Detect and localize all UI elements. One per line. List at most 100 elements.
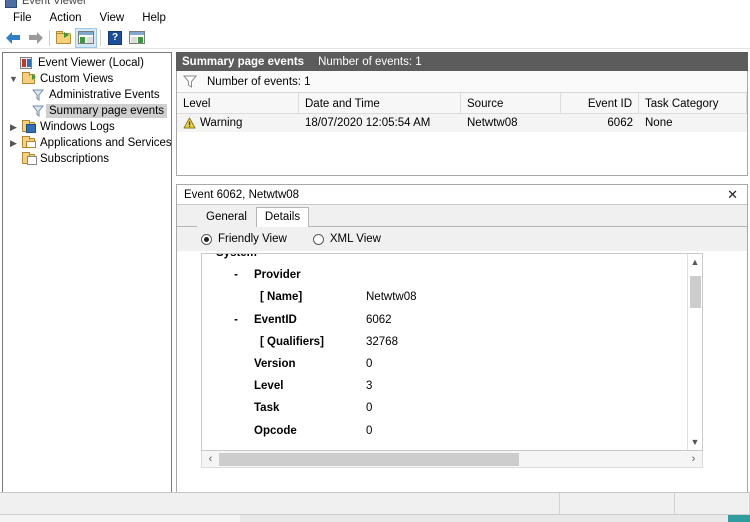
filter-summary-row[interactable]: Number of events: 1	[177, 71, 747, 93]
scrollbar-thumb[interactable]	[690, 276, 701, 308]
event-count-label: Number of events: 1	[318, 55, 422, 68]
status-segment-1	[0, 493, 560, 514]
status-segment-2	[560, 493, 675, 514]
detail-row-qualifiers[interactable]: [ Qualifiers] 32768	[202, 331, 688, 353]
folder-apps-icon	[20, 135, 37, 151]
sidebar-item-label: Event Viewer (Local)	[38, 57, 144, 69]
detail-value: 0	[366, 424, 373, 437]
main-content: Summary page events Number of events: 1 …	[176, 52, 748, 494]
menu-action[interactable]: Action	[41, 9, 91, 27]
help-icon[interactable]: ?	[104, 28, 126, 48]
sidebar-item-label: Windows Logs	[40, 121, 115, 133]
radio-xml-view[interactable]: XML View	[312, 233, 381, 245]
chevron-up-icon[interactable]: ▲	[688, 254, 702, 270]
detail-key: EventID	[254, 313, 297, 326]
horizontal-scrollbar[interactable]: ‹ ›	[201, 451, 703, 468]
folder-open-icon	[20, 71, 37, 87]
funnel-icon	[29, 103, 46, 119]
cell-level: Warning	[177, 114, 299, 132]
sidebar-item-subscriptions[interactable]: Subscriptions	[3, 151, 171, 167]
folder-subs-icon	[20, 151, 37, 167]
view-options: Friendly View XML View	[177, 227, 747, 251]
forward-arrow-icon[interactable]	[24, 28, 46, 48]
detail-row-system[interactable]: System	[202, 254, 688, 264]
detail-value: 0	[366, 358, 373, 371]
column-header-level[interactable]: Level	[177, 93, 299, 114]
detail-row-name[interactable]: [ Name] Netwtw08	[202, 286, 688, 308]
title-bar: Event Viewer	[0, 0, 750, 8]
close-icon[interactable]: ✕	[724, 188, 741, 201]
radio-dot-icon	[312, 233, 324, 245]
sidebar-item-label: Applications and Services Logs	[40, 137, 172, 149]
chevron-right-icon[interactable]: ▶	[7, 135, 20, 151]
cell-date-and-time: 18/07/2020 12:05:54 AM	[305, 117, 431, 129]
taskbar-tray-icon[interactable]	[728, 515, 750, 522]
detail-row-version[interactable]: Version 0	[202, 353, 688, 375]
radio-label: XML View	[329, 233, 381, 245]
console-tree[interactable]: Event Viewer (Local) ▼ Custom Views Admi…	[2, 52, 172, 494]
sidebar-item-applications-and-services-logs[interactable]: ▶ Applications and Services Logs	[3, 135, 171, 151]
sidebar-item-summary-page-events[interactable]: Summary page events	[3, 103, 171, 119]
menu-bar: File Action View Help	[0, 8, 750, 27]
detail-value: Netwtw08	[366, 291, 417, 304]
tab-general[interactable]: General	[197, 207, 256, 227]
chevron-down-icon[interactable]: ▼	[7, 71, 20, 87]
funnel-icon	[182, 75, 199, 89]
sidebar-item-custom-views[interactable]: ▼ Custom Views	[3, 71, 171, 87]
taskbar	[0, 514, 750, 522]
chevron-left-icon[interactable]: ‹	[202, 453, 219, 465]
detail-key: Level	[254, 380, 284, 393]
detail-row-eventid[interactable]: - EventID 6062	[202, 309, 688, 331]
menu-view[interactable]: View	[91, 9, 134, 27]
sidebar-item-windows-logs[interactable]: ▶ Windows Logs	[3, 119, 171, 135]
detail-row-task[interactable]: Task 0	[202, 397, 688, 419]
sidebar-item-label: Summary page events	[46, 104, 168, 118]
detail-key: Provider	[254, 269, 301, 282]
open-folder-icon[interactable]	[53, 28, 75, 48]
back-arrow-icon[interactable]	[2, 28, 24, 48]
detail-value: 3	[366, 380, 373, 393]
detail-title-bar: Event 6062, Netwtw08 ✕	[177, 185, 747, 205]
detail-key: Task	[254, 402, 280, 415]
scrollbar-track[interactable]	[219, 452, 685, 466]
event-detail-panel: Event 6062, Netwtw08 ✕ General Details F…	[176, 184, 748, 494]
table-row[interactable]: Warning 18/07/2020 12:05:54 AM Netwtw08 …	[177, 114, 747, 132]
events-list-panel: Number of events: 1 Level Date and Time …	[176, 71, 748, 176]
page-title: Summary page events	[182, 55, 305, 68]
chevron-right-icon[interactable]: ▶	[7, 119, 20, 135]
chevron-down-icon[interactable]: ▼	[688, 434, 702, 450]
tab-details[interactable]: Details	[255, 207, 310, 227]
cell-level-label: Warning	[200, 117, 243, 129]
scrollbar-thumb[interactable]	[219, 452, 519, 466]
menu-file[interactable]: File	[4, 9, 41, 27]
radio-dot-icon	[201, 233, 212, 245]
filter-label: Number of events: 1	[207, 75, 311, 88]
detail-row-opcode[interactable]: Opcode 0	[202, 420, 688, 442]
collapse-marker-icon[interactable]: -	[230, 314, 242, 326]
sidebar-item-administrative-events[interactable]: Administrative Events	[3, 87, 171, 103]
radio-friendly-view[interactable]: Friendly View	[201, 233, 287, 245]
sidebar-item-label: Administrative Events	[49, 89, 160, 101]
cell-source: Netwtw08	[467, 117, 518, 129]
column-header-event-id[interactable]: Event ID	[561, 93, 639, 114]
column-header-task-category[interactable]: Task Category	[639, 93, 747, 114]
detail-row-level[interactable]: Level 3	[202, 375, 688, 397]
chevron-right-icon[interactable]: ›	[685, 453, 702, 465]
sidebar-item-label: Subscriptions	[40, 153, 110, 165]
column-header-source[interactable]: Source	[461, 93, 561, 114]
collapse-marker-icon[interactable]: -	[230, 269, 242, 281]
detail-tree-view[interactable]: System - Provider [ Name] Netwtw08 - Eve…	[201, 253, 703, 451]
toolbar: ?	[0, 27, 750, 49]
detail-key: Version	[254, 358, 296, 371]
funnel-icon	[29, 87, 46, 103]
detail-row-provider[interactable]: - Provider	[202, 264, 688, 286]
column-header-date-and-time[interactable]: Date and Time	[299, 93, 461, 114]
detail-value: 0	[366, 402, 373, 415]
show-pane-icon[interactable]	[75, 27, 97, 48]
sidebar-item-event-viewer-local[interactable]: Event Viewer (Local)	[3, 55, 171, 71]
vertical-scrollbar[interactable]: ▲ ▼	[687, 254, 702, 450]
menu-help[interactable]: Help	[133, 9, 175, 27]
taskbar-item[interactable]	[0, 515, 240, 522]
show-pane-right-icon[interactable]	[126, 28, 148, 48]
cell-task-category: None	[645, 117, 673, 129]
